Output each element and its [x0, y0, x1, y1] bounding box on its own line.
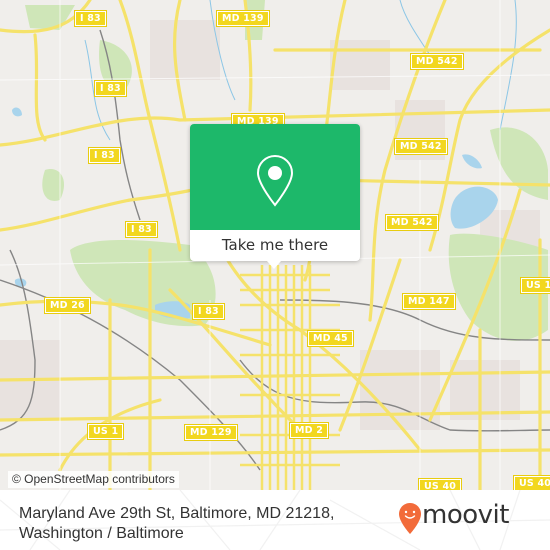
- road-shield-md542: MD 542: [394, 138, 448, 155]
- road-shield-md2: MD 2: [288, 422, 330, 439]
- address-line-2: Washington / Baltimore: [19, 525, 184, 542]
- road-shield-md542: MD 542: [385, 214, 439, 231]
- take-me-there-button[interactable]: Take me there: [190, 230, 360, 261]
- road-shield-md45: MD 45: [307, 330, 354, 347]
- destination-popup: Take me there: [190, 124, 360, 261]
- road-shield-i83: I 83: [192, 303, 225, 320]
- map-attribution[interactable]: © OpenStreetMap contributors: [8, 471, 179, 488]
- road-shield-md26: MD 26: [44, 297, 91, 314]
- road-shield-md542: MD 542: [410, 53, 464, 70]
- road-shield-i83: I 83: [88, 147, 121, 164]
- footer: Maryland Ave 29th St, Baltimore, MD 2121…: [0, 490, 550, 550]
- popup-header: [190, 124, 360, 230]
- road-shield-md139: MD 139: [216, 10, 270, 27]
- popup-pointer: [267, 261, 281, 269]
- moovit-pin-icon: [399, 503, 421, 534]
- road-shield-us1: US 1: [86, 423, 125, 440]
- road-shield-md129: MD 129: [184, 424, 238, 441]
- moovit-logo[interactable]: moovit: [398, 498, 538, 534]
- road-shield-us40: US 40: [512, 475, 550, 490]
- road-shield-us1: US 1: [519, 277, 550, 294]
- road-shield-i83: I 83: [74, 10, 107, 27]
- road-shield-us40: US 40: [417, 478, 463, 490]
- road-shield-i83: I 83: [94, 80, 127, 97]
- moovit-wordmark: moovit: [422, 500, 509, 530]
- map-pin-icon: [256, 154, 294, 207]
- address-line-1: Maryland Ave 29th St, Baltimore, MD 2121…: [19, 505, 335, 522]
- address: Maryland Ave 29th St, Baltimore, MD 2121…: [19, 504, 359, 544]
- road-shield-i83: I 83: [125, 221, 158, 238]
- road-shield-md147: MD 147: [402, 293, 456, 310]
